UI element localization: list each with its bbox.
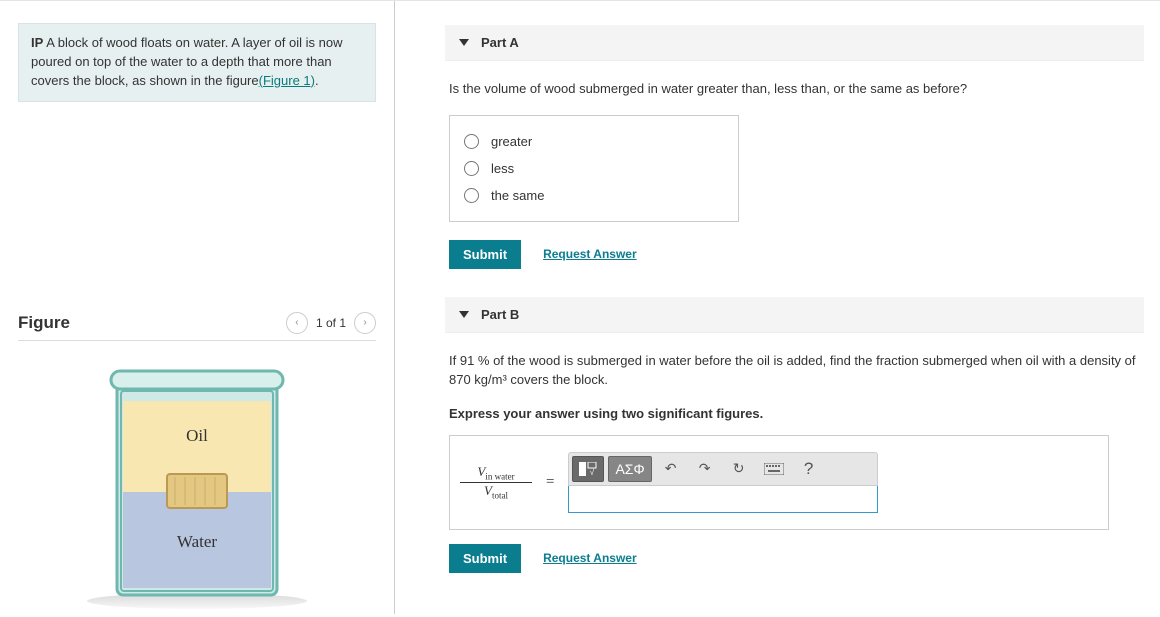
caret-down-icon bbox=[459, 311, 469, 318]
equals-sign: = bbox=[546, 474, 554, 491]
help-button[interactable]: ? bbox=[794, 456, 824, 482]
answer-panel: Vin water Vtotal = √ ΑΣΦ ↶ ↷ ↻ bbox=[449, 435, 1109, 530]
choice-label: less bbox=[491, 161, 514, 176]
answer-input[interactable] bbox=[568, 485, 878, 513]
figure-heading: Figure bbox=[18, 313, 70, 333]
choice-label: greater bbox=[491, 134, 532, 149]
pager-prev-button[interactable]: ‹ bbox=[286, 312, 308, 334]
svg-text:√: √ bbox=[590, 468, 595, 476]
right-column: Part A Is the volume of wood submerged i… bbox=[395, 1, 1160, 614]
part-a-header[interactable]: Part A bbox=[445, 25, 1144, 61]
input-stack: √ ΑΣΦ ↶ ↷ ↻ ? bbox=[568, 452, 878, 513]
left-column: IP A block of wood floats on water. A la… bbox=[0, 1, 395, 614]
undo-icon[interactable]: ↶ bbox=[656, 456, 686, 482]
problem-prefix: IP bbox=[31, 35, 43, 50]
figure-pager: ‹ 1 of 1 › bbox=[286, 312, 376, 334]
part-b-question: If 91 % of the wood is submerged in wate… bbox=[449, 351, 1144, 390]
choice-row: the same bbox=[464, 182, 724, 209]
figure-header: Figure ‹ 1 of 1 › bbox=[18, 312, 376, 341]
part-a-question: Is the volume of wood submerged in water… bbox=[449, 79, 1144, 99]
oil-label: Oil bbox=[186, 426, 208, 445]
pager-next-button[interactable]: › bbox=[354, 312, 376, 334]
part-a-actions: Submit Request Answer bbox=[449, 240, 1144, 269]
greek-symbols-button[interactable]: ΑΣΦ bbox=[608, 456, 651, 482]
figure-link[interactable]: (Figure 1) bbox=[259, 73, 315, 88]
radio-greater[interactable] bbox=[464, 134, 479, 149]
figure-image: Oil Water bbox=[18, 357, 376, 617]
part-b-title: Part B bbox=[481, 307, 519, 322]
submit-button[interactable]: Submit bbox=[449, 544, 521, 573]
part-b-body: If 91 % of the wood is submerged in wate… bbox=[445, 351, 1144, 573]
choice-label: the same bbox=[491, 188, 544, 203]
request-answer-link[interactable]: Request Answer bbox=[543, 247, 637, 261]
templates-icon[interactable]: √ bbox=[572, 456, 604, 482]
radio-less[interactable] bbox=[464, 161, 479, 176]
radio-same[interactable] bbox=[464, 188, 479, 203]
keyboard-icon[interactable] bbox=[758, 456, 790, 482]
answer-variable-label: Vin water Vtotal bbox=[460, 464, 532, 500]
part-b-header[interactable]: Part B bbox=[445, 297, 1144, 333]
problem-statement: IP A block of wood floats on water. A la… bbox=[18, 23, 376, 102]
request-answer-link[interactable]: Request Answer bbox=[543, 551, 637, 565]
equation-toolbar: √ ΑΣΦ ↶ ↷ ↻ ? bbox=[568, 452, 878, 486]
reset-icon[interactable]: ↻ bbox=[724, 456, 754, 482]
choice-row: less bbox=[464, 155, 724, 182]
pager-position: 1 of 1 bbox=[316, 316, 346, 330]
redo-icon[interactable]: ↷ bbox=[690, 456, 720, 482]
part-a-choices: greater less the same bbox=[449, 115, 739, 222]
choice-row: greater bbox=[464, 128, 724, 155]
water-label: Water bbox=[177, 532, 217, 551]
part-b-actions: Submit Request Answer bbox=[449, 544, 1144, 573]
caret-down-icon bbox=[459, 39, 469, 46]
part-a-title: Part A bbox=[481, 35, 519, 50]
beaker-diagram: Oil Water bbox=[67, 357, 327, 617]
submit-button[interactable]: Submit bbox=[449, 240, 521, 269]
part-b-hint: Express your answer using two significan… bbox=[449, 406, 1144, 421]
part-a-body: Is the volume of wood submerged in water… bbox=[445, 79, 1144, 269]
